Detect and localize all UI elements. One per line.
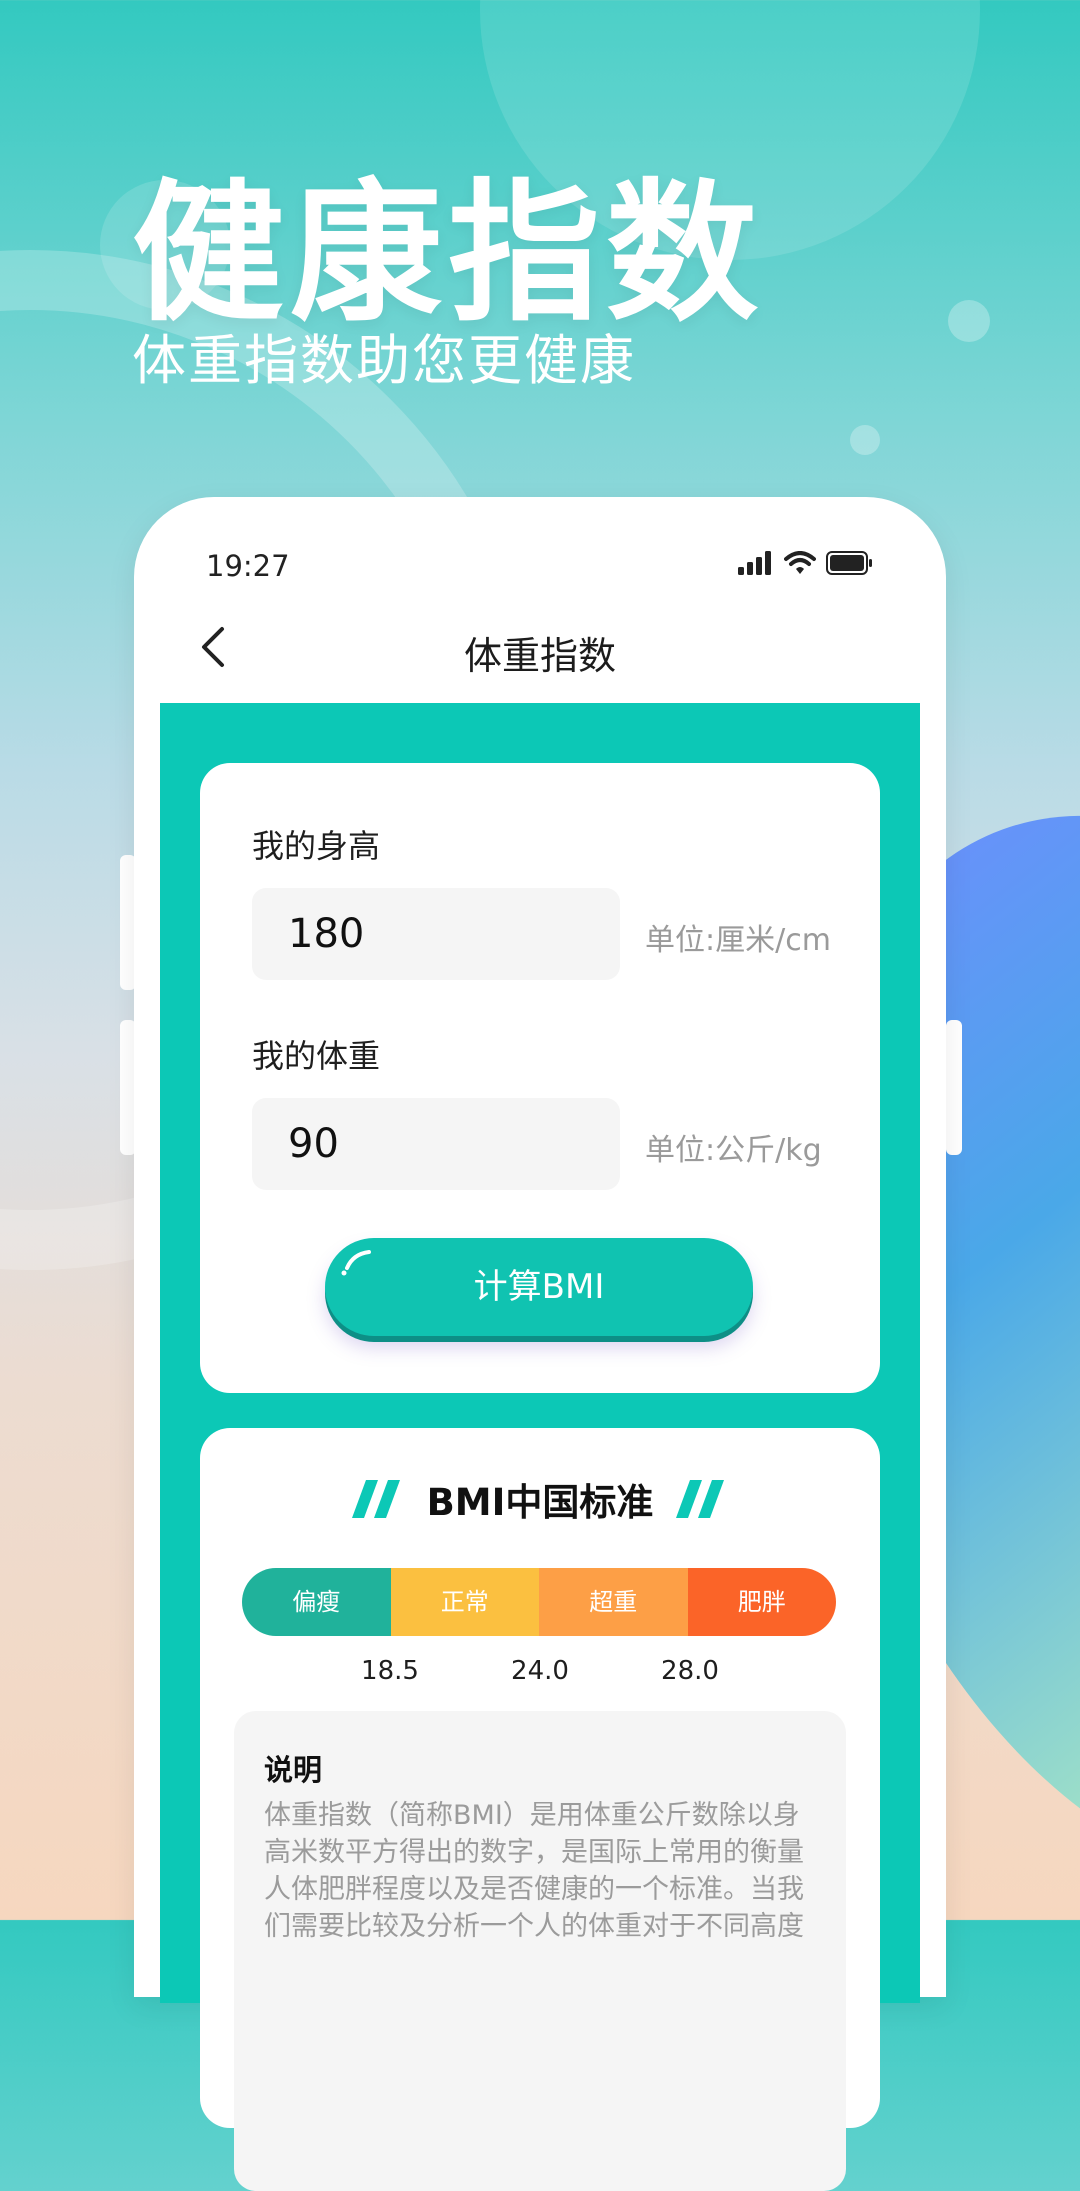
height-unit: 单位:厘米/cm	[645, 923, 831, 958]
description-title: 说明	[264, 1753, 323, 1787]
height-input[interactable]: 180	[252, 888, 620, 980]
double-slash-icon	[676, 1480, 725, 1518]
input-card: 我的身高 180 单位:厘米/cm 我的体重 90 单位:公斤/kg 计算BMI	[200, 763, 880, 1393]
phone-side-button	[946, 1020, 962, 1155]
description-text: 体重指数（简称BMI）是用体重公斤数除以身高米数平方得出的数字，是国际上常用的衡…	[264, 1800, 804, 1942]
bg-bubble	[850, 425, 880, 455]
weight-unit: 单位:公斤/kg	[645, 1133, 822, 1168]
calculate-bmi-button[interactable]: 计算BMI	[325, 1238, 753, 1336]
wifi-icon	[784, 551, 816, 574]
weight-label: 我的体重	[252, 1037, 381, 1075]
standard-title-row: BMI中国标准	[200, 1472, 880, 1526]
scale-segment-obese: 肥胖	[687, 1568, 836, 1636]
scale-segment-overweight: 超重	[539, 1568, 688, 1636]
page-title: 体重指数	[463, 634, 616, 678]
scale-segment-normal: 正常	[390, 1568, 539, 1636]
calculate-bmi-label: 计算BMI	[473, 1267, 605, 1307]
hero-subtitle: 体重指数助您更健康	[132, 329, 636, 392]
threshold-label: 18.5	[361, 1656, 419, 1686]
double-slash-icon	[351, 1480, 400, 1518]
status-icons	[738, 551, 874, 575]
threshold-label: 24.0	[511, 1656, 569, 1686]
nav-bar: 体重指数	[134, 607, 946, 687]
height-label: 我的身高	[252, 827, 381, 865]
shine-icon	[341, 1250, 371, 1276]
bg-bubble	[948, 300, 990, 342]
threshold-label: 28.0	[661, 1656, 719, 1686]
weight-input[interactable]: 90	[252, 1098, 620, 1190]
standard-title: BMI中国标准	[426, 1481, 654, 1524]
status-time: 19:27	[206, 549, 290, 583]
bmi-scale-bar: 偏瘦 正常 超重 肥胖	[242, 1568, 836, 1636]
status-bar: 19:27	[206, 547, 874, 587]
content-area: 我的身高 180 单位:厘米/cm 我的体重 90 单位:公斤/kg 计算BMI	[160, 703, 920, 2191]
signal-icon	[738, 551, 771, 575]
description-box: 说明 体重指数（简称BMI）是用体重公斤数除以身高米数平方得出的数字，是国际上常…	[234, 1711, 846, 2191]
scale-segment-underweight: 偏瘦	[242, 1568, 391, 1636]
phone-mockup: 19:27 体重指数 我的身高 180 单位:厘米/cm 我的体重 90 单位:…	[134, 497, 946, 2191]
standard-card: BMI中国标准 偏瘦 正常 超重 肥胖 18.5 24.0 28.0 说明 体重…	[200, 1428, 880, 2191]
battery-icon	[826, 551, 872, 575]
